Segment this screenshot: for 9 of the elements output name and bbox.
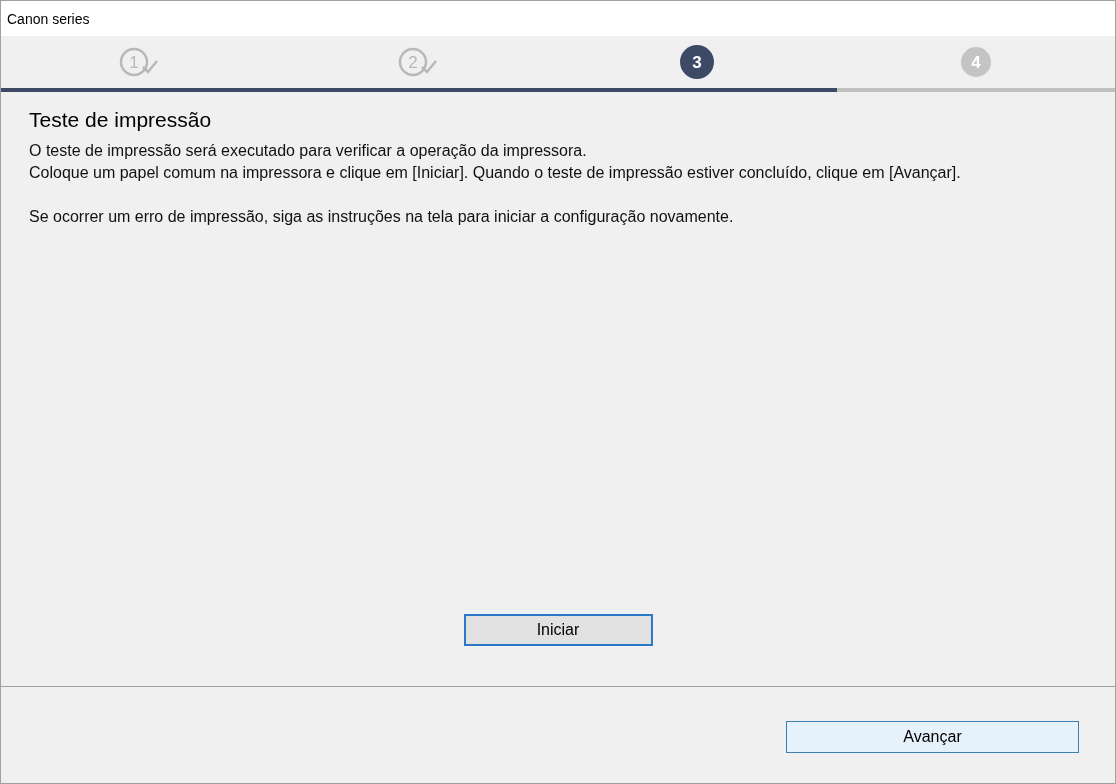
instruction-text: Se ocorrer um erro de impressão, siga as instruções na tela para iniciar a configuração novamente. [29, 207, 735, 227]
current-step-icon: 3 [680, 45, 715, 79]
window-title: Canon series [1, 1, 1115, 36]
pending-step-icon: 4 [958, 45, 993, 79]
instruction-text: Coloque um papel comum na impressora e clique em [Iniciar]. Quando o teste de impressão estiver concluído, clique em [Avançar]. [29, 163, 962, 183]
page-heading: Teste de impressão [29, 108, 213, 132]
next-button[interactable]: Avançar [786, 721, 1079, 753]
instruction-text: O teste de impressão será executado para verificar a operação da impressora. [29, 141, 588, 161]
start-button[interactable]: Iniciar [463, 614, 653, 646]
